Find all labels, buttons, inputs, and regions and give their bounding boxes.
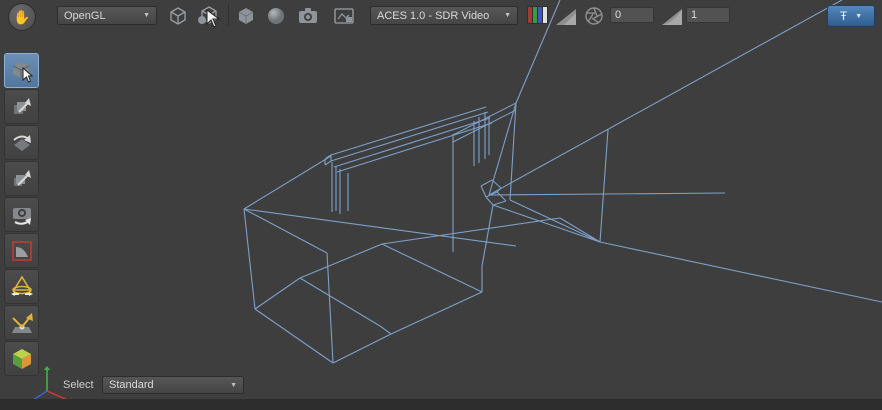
top-toolbar: ✋ OpenGL ▼	[0, 0, 882, 30]
tool-transform-button[interactable]	[4, 161, 39, 196]
exposure-input[interactable]	[610, 7, 654, 23]
wireframe-edge	[481, 186, 486, 197]
wireframe-edge	[510, 103, 516, 200]
wireframe-edge	[337, 123, 492, 172]
tool-texture-cube-button[interactable]	[4, 341, 39, 376]
renderer-dropdown-value: OpenGL	[64, 10, 106, 22]
wireframe-edge	[493, 205, 600, 242]
wireframe-edge	[493, 201, 506, 205]
wireframe-edge	[391, 292, 482, 334]
wireframe-edge	[334, 118, 490, 167]
wireframe-edge	[497, 192, 506, 201]
wireframe-edge	[255, 278, 300, 309]
toolbar-separator	[228, 4, 229, 26]
select-mode-label: Select	[63, 379, 94, 391]
wireframe-edge	[255, 309, 333, 363]
mouse-cursor	[206, 9, 222, 29]
wireframe-edge	[382, 244, 482, 292]
wireframe-edge	[481, 180, 492, 186]
wireframe-edge	[510, 200, 600, 242]
tool-move-button[interactable]	[4, 89, 39, 124]
wireframe-edge	[244, 156, 331, 209]
solid-cube-icon[interactable]	[234, 6, 258, 26]
wireframe-edge	[331, 107, 486, 155]
wireframe-edge	[325, 161, 331, 165]
colorspace-dropdown-value: ACES 1.0 - SDR Video	[377, 10, 489, 22]
wireframe-edge	[244, 209, 327, 253]
colorspace-dropdown[interactable]: ACES 1.0 - SDR Video ▼	[370, 6, 518, 25]
wireframe-edge	[600, 130, 608, 242]
wireframe-edge	[492, 180, 501, 188]
tool-ray-button[interactable]	[4, 305, 39, 340]
tool-rotate-button[interactable]	[4, 125, 39, 160]
chevron-down-icon: ▼	[137, 12, 150, 19]
chevron-down-icon: ▼	[498, 12, 511, 19]
bottom-bar: Select Standard ▼	[0, 374, 882, 399]
camera-icon[interactable]	[296, 6, 320, 26]
renderer-dropdown[interactable]: OpenGL ▼	[57, 6, 157, 25]
tool-light-button[interactable]	[4, 269, 39, 304]
tool-select-button[interactable]	[4, 53, 39, 88]
chevron-down-icon: ▼	[224, 382, 237, 389]
gamma-ramp-icon[interactable]	[660, 7, 684, 27]
wireframe-edge	[482, 205, 493, 266]
rgb-channels-icon[interactable]	[527, 6, 548, 24]
wireframe-edge	[489, 193, 725, 195]
wireframe-cube-icon[interactable]	[166, 6, 190, 26]
exposure-ramp-icon[interactable]	[554, 7, 578, 27]
tool-render-region-button[interactable]	[4, 233, 39, 268]
wireframe-edge	[333, 334, 391, 363]
wireframe-edge	[244, 209, 255, 309]
select-mode-value: Standard	[109, 379, 154, 391]
tool-camera-orbit-button[interactable]	[4, 197, 39, 232]
axis-gizmo-arrowhead	[44, 366, 50, 370]
wireframe-edge	[486, 197, 493, 205]
wireframe-edge	[300, 278, 380, 326]
viewport-3d[interactable]	[0, 0, 882, 410]
sphere-shaded-icon[interactable]	[264, 6, 288, 26]
bottom-strip	[0, 399, 882, 410]
wireframe-edge	[380, 326, 391, 334]
screen-image-icon[interactable]	[332, 6, 356, 26]
wireframe-edge	[244, 209, 516, 246]
thumbnail-pin-dropdown[interactable]: Ŧ ▼	[827, 5, 875, 27]
pan-hand-icon[interactable]: ✋	[8, 3, 36, 31]
select-mode-dropdown[interactable]: Standard ▼	[102, 376, 244, 394]
wireframe-edge	[300, 244, 382, 278]
pin-icon: Ŧ	[840, 9, 847, 23]
gamma-input[interactable]	[686, 7, 730, 23]
chevron-down-icon: ▼	[855, 13, 862, 20]
wireframe-edge	[600, 242, 882, 302]
wireframe-edge	[327, 253, 333, 363]
aperture-icon[interactable]	[582, 6, 606, 26]
tool-sidebar	[0, 30, 42, 400]
